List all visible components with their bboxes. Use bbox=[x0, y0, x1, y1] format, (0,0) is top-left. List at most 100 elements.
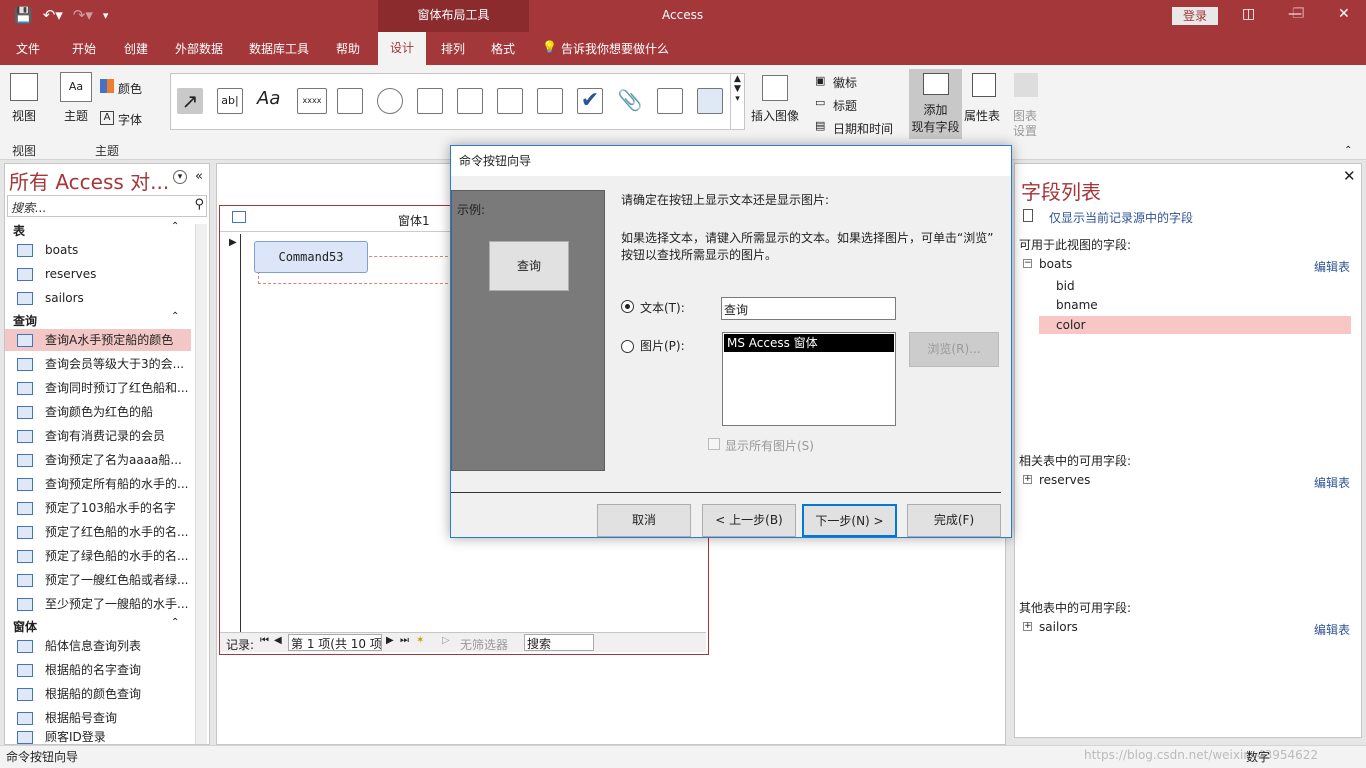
datetime-button[interactable]: 日期和时间 bbox=[833, 120, 893, 137]
nav-pane-title[interactable]: 所有 Access 对... bbox=[9, 166, 169, 195]
tab-home[interactable]: 开始 bbox=[72, 40, 96, 57]
redo-icon[interactable]: ↷▾ bbox=[73, 6, 93, 24]
tab-arrange[interactable]: 排列 bbox=[441, 40, 465, 57]
show-all-checkbox[interactable] bbox=[708, 438, 720, 450]
list-item[interactable]: 查询同时预订了红色船和... bbox=[17, 377, 188, 399]
collapse-section-icon[interactable]: ⌃ bbox=[171, 617, 179, 628]
list-item[interactable]: 查询A水手预定船的颜色 bbox=[5, 329, 191, 351]
property-sheet-button[interactable]: 属性表 bbox=[964, 107, 1000, 124]
cancel-button[interactable]: 取消 bbox=[597, 504, 691, 537]
customize-qat-icon[interactable]: ▾ bbox=[103, 9, 109, 22]
list-item[interactable]: reserves bbox=[17, 263, 96, 285]
view-button-label[interactable]: 视图 bbox=[12, 107, 36, 124]
list-item[interactable]: boats bbox=[17, 239, 78, 261]
first-record-icon[interactable]: ⏮ bbox=[260, 635, 269, 646]
tell-me-box[interactable]: 告诉我你想要做什么 bbox=[561, 40, 669, 57]
attachment-icon[interactable]: 📎 bbox=[617, 88, 643, 114]
logo-button[interactable]: 徽标 bbox=[833, 74, 857, 91]
back-button[interactable]: < 上一步(B) bbox=[702, 504, 796, 537]
add-existing-fields-button[interactable]: 添加 现有字段 bbox=[909, 69, 962, 139]
checkbox-control-icon[interactable]: ✔ bbox=[577, 88, 603, 114]
picture-option-label[interactable]: 图片(P): bbox=[640, 337, 685, 354]
field-item[interactable]: bname bbox=[1056, 298, 1098, 312]
save-icon[interactable]: 💾 bbox=[14, 6, 33, 24]
button-control-icon[interactable]: xxxx bbox=[297, 88, 327, 114]
list-item[interactable]: sailors bbox=[17, 287, 84, 309]
filter-status[interactable]: 无筛选器 bbox=[460, 636, 508, 653]
tab-help[interactable]: 帮助 bbox=[336, 40, 360, 57]
fonts-button[interactable]: 字体 bbox=[118, 111, 142, 128]
list-item[interactable]: 根据船的颜色查询 bbox=[17, 683, 141, 705]
edit-table-link[interactable]: 编辑表 bbox=[1314, 258, 1350, 275]
list-item[interactable]: 预定了绿色船的水手的名... bbox=[17, 545, 188, 567]
section-tables[interactable]: 表 bbox=[13, 222, 25, 239]
list-item[interactable]: 根据船的名字查询 bbox=[17, 659, 141, 681]
edit-table-link[interactable]: 编辑表 bbox=[1314, 621, 1350, 638]
list-item[interactable]: 预定了一艘红色船或者绿... bbox=[17, 569, 188, 591]
navigation-control-icon[interactable] bbox=[457, 88, 483, 114]
table-reserves[interactable]: reserves bbox=[1039, 473, 1090, 487]
browse-button[interactable]: 浏览(R)... bbox=[909, 332, 999, 367]
nav-scrollbar[interactable] bbox=[195, 224, 207, 744]
property-sheet-icon[interactable] bbox=[972, 73, 996, 97]
list-item[interactable]: 查询预定所有船的水手的... bbox=[17, 473, 188, 495]
option-group-icon[interactable] bbox=[497, 88, 523, 114]
last-record-icon[interactable]: ⏭ bbox=[400, 635, 409, 646]
collapse-icon[interactable]: − bbox=[1023, 259, 1032, 268]
tab-create[interactable]: 创建 bbox=[124, 40, 148, 57]
signin-button[interactable]: 登录 bbox=[1172, 7, 1218, 25]
gallery-scroll[interactable]: ▲ ▼ ▾ bbox=[730, 74, 744, 129]
title-button[interactable]: 标题 bbox=[833, 97, 857, 114]
view-icon[interactable] bbox=[10, 73, 38, 101]
collapse-section-icon[interactable]: ⌃ bbox=[171, 221, 179, 232]
next-button[interactable]: 下一步(N) > bbox=[802, 504, 897, 537]
record-search-input[interactable]: 搜索 bbox=[524, 634, 594, 651]
tab-format[interactable]: 格式 bbox=[491, 40, 515, 57]
expand-icon[interactable]: + bbox=[1023, 475, 1032, 484]
tab-external-data[interactable]: 外部数据 bbox=[175, 40, 223, 57]
list-item[interactable]: 预定了103船水手的名字 bbox=[17, 497, 176, 519]
show-only-current-link[interactable]: 仅显示当前记录源中的字段 bbox=[1049, 209, 1193, 226]
list-item[interactable]: 查询预定了名为aaaa船... bbox=[17, 449, 182, 471]
field-item-selected[interactable]: color bbox=[1039, 316, 1351, 334]
collapse-ribbon-icon[interactable]: ⌃ bbox=[1344, 145, 1352, 156]
tab-file[interactable]: 文件 bbox=[16, 40, 40, 57]
prev-record-icon[interactable]: ◀ bbox=[274, 635, 282, 646]
tab-design[interactable]: 设计 bbox=[378, 32, 426, 65]
nav-search-input[interactable]: 搜索... ⚲ bbox=[7, 195, 207, 217]
insert-image-icon[interactable] bbox=[762, 75, 788, 101]
nav-menu-chevron-icon[interactable]: ▾ bbox=[173, 170, 187, 184]
list-item[interactable]: 顾客ID登录 bbox=[17, 730, 106, 744]
form-tab-title[interactable]: 窗体1 bbox=[398, 212, 430, 229]
restore-button[interactable]: ❐ bbox=[1292, 6, 1305, 22]
field-item[interactable]: bid bbox=[1056, 279, 1075, 293]
list-item[interactable]: 船体信息查询列表 bbox=[17, 635, 141, 657]
list-item[interactable]: 预定了红色船的水手的名... bbox=[17, 521, 188, 543]
list-item[interactable]: 至少预定了一艘船的水手... bbox=[17, 593, 188, 615]
label-control-icon[interactable]: Aa bbox=[257, 88, 283, 114]
tab-control-icon[interactable] bbox=[337, 88, 363, 114]
subform-icon[interactable] bbox=[657, 88, 683, 114]
list-item[interactable]: 查询有消费记录的会员 bbox=[17, 425, 165, 447]
table-boats[interactable]: boats bbox=[1039, 257, 1072, 271]
shutter-bar-icon[interactable]: « bbox=[195, 169, 203, 184]
button-text-input[interactable]: 查询 bbox=[721, 297, 896, 320]
ribbon-display-icon[interactable]: ◫ bbox=[1242, 6, 1255, 22]
colors-button[interactable]: 颜色 bbox=[118, 80, 142, 97]
insert-image-button[interactable]: 插入图像 bbox=[751, 107, 799, 124]
web-browser-icon[interactable] bbox=[417, 88, 443, 114]
picture-list-item[interactable]: MS Access 窗体 bbox=[724, 334, 894, 352]
close-button[interactable]: ✕ bbox=[1338, 6, 1350, 22]
picture-radio[interactable] bbox=[621, 340, 634, 353]
new-record-icon[interactable]: ✶ bbox=[416, 635, 424, 646]
section-queries[interactable]: 查询 bbox=[13, 312, 37, 329]
finish-button[interactable]: 完成(F) bbox=[907, 504, 1001, 537]
textbox-control-icon[interactable]: ab| bbox=[217, 88, 243, 114]
undo-icon[interactable]: ↶▾ bbox=[43, 6, 63, 24]
search-icon[interactable]: ⚲ bbox=[194, 197, 204, 212]
record-selector-icon[interactable]: ▶ bbox=[229, 237, 237, 248]
close-icon[interactable]: ✕ bbox=[1343, 167, 1356, 185]
image-control-icon[interactable] bbox=[697, 88, 723, 114]
expand-icon[interactable]: + bbox=[1023, 622, 1032, 631]
list-item[interactable]: 查询颜色为红色的船 bbox=[17, 401, 153, 423]
